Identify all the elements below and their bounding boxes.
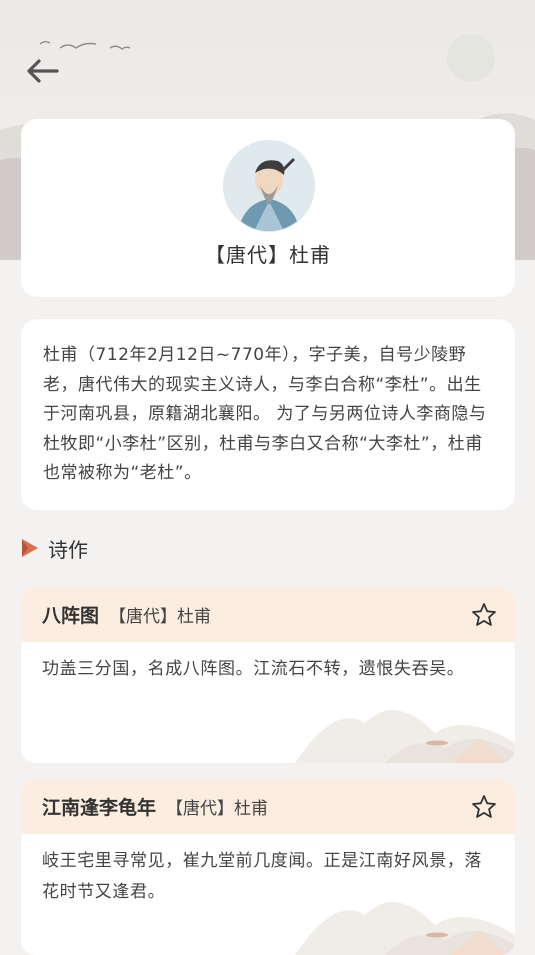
poem-dynasty-author: 【唐代】杜甫 bbox=[109, 607, 212, 627]
poem-card-header: 江南逢李龟年 【唐代】杜甫 bbox=[21, 779, 515, 834]
star-outline-icon[interactable] bbox=[471, 602, 497, 628]
poem-title: 八阵图 bbox=[42, 605, 100, 627]
poem-card-header: 八阵图 【唐代】杜甫 bbox=[21, 587, 515, 642]
poem-title: 江南逢李龟年 bbox=[42, 797, 157, 819]
poem-content: 岐王宅里寻常见，崔九堂前几度闻。正是江南好风景，落花时节又逢君。 bbox=[42, 851, 482, 902]
poems-section-header: 诗作 bbox=[21, 535, 88, 562]
section-title: 诗作 bbox=[48, 537, 88, 562]
poet-profile-card: 【唐代】杜甫 bbox=[21, 119, 515, 297]
back-button[interactable] bbox=[22, 54, 62, 88]
poem-dynasty-author: 【唐代】杜甫 bbox=[166, 799, 269, 819]
poem-card[interactable]: 八阵图 【唐代】杜甫 功盖三分国，名成八阵图。江流石不转，遗恨失吞吴。 bbox=[21, 587, 515, 763]
poem-card[interactable]: 江南逢李龟年 【唐代】杜甫 岐王宅里寻常见，崔九堂前几度闻。正是江南好风景，落花… bbox=[21, 779, 515, 955]
poet-avatar bbox=[223, 140, 315, 232]
poet-bio-text: 杜甫（712年2月12日~770年），字子美，自号少陵野老，唐代伟大的现实主义诗… bbox=[43, 345, 487, 483]
poet-name: 【唐代】杜甫 bbox=[205, 243, 331, 267]
arrow-left-icon bbox=[27, 59, 59, 83]
triangle-marker-icon bbox=[22, 539, 38, 557]
poem-content: 功盖三分国，名成八阵图。江流石不转，遗恨失吞吴。 bbox=[42, 659, 465, 679]
star-outline-icon[interactable] bbox=[471, 794, 497, 820]
poet-bio-card: 杜甫（712年2月12日~770年），字子美，自号少陵野老，唐代伟大的现实主义诗… bbox=[21, 319, 515, 510]
